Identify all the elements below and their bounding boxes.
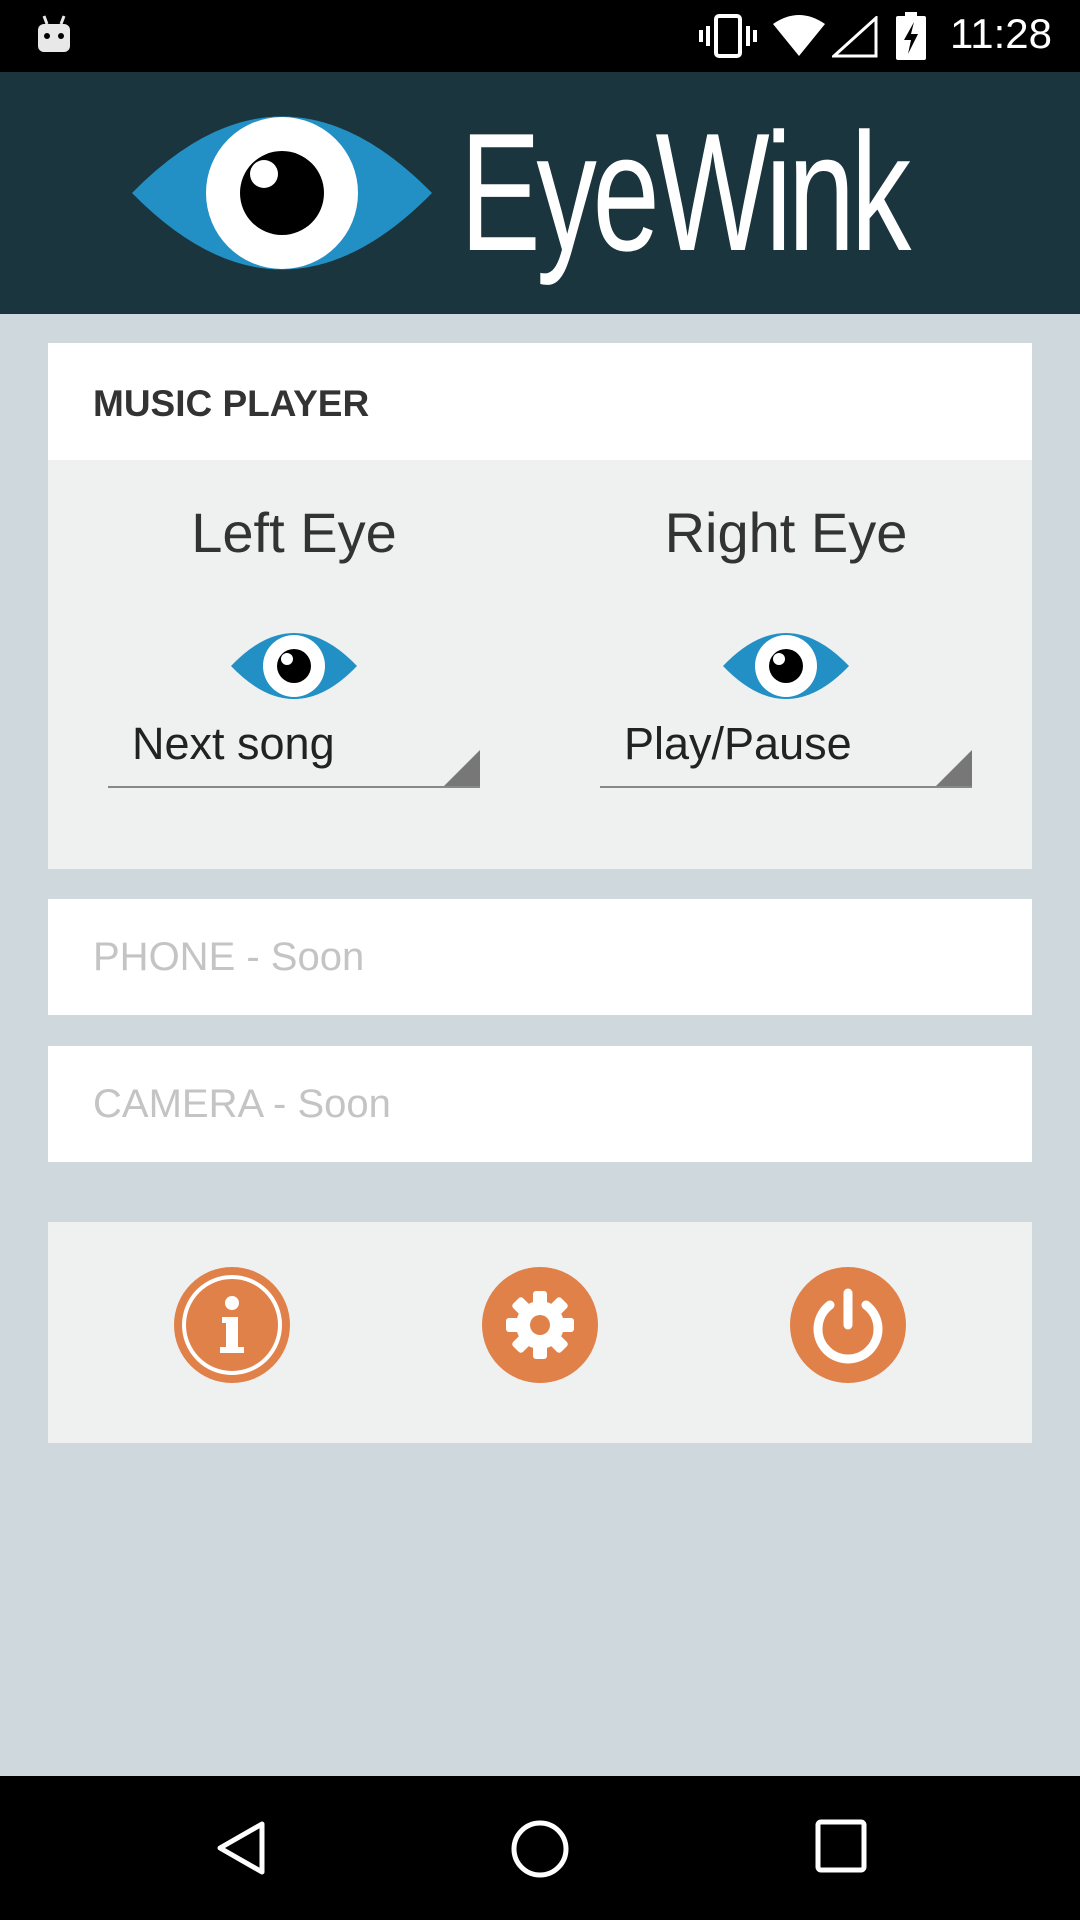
info-icon: [182, 1275, 282, 1375]
app-title: EyeWink: [460, 98, 911, 286]
right-eye-action-value: Play/Pause: [624, 718, 852, 769]
dropdown-arrow-icon: [444, 750, 480, 786]
status-time: 11:28: [950, 10, 1052, 57]
left-eye-icon: [230, 626, 358, 711]
phone-card-label: PHONE - Soon: [93, 935, 365, 979]
music-player-card-header[interactable]: MUSIC PLAYER: [48, 343, 1032, 460]
left-eye-action-select[interactable]: Next song: [108, 718, 480, 788]
battery-charging-icon: [896, 12, 926, 65]
right-eye-label: Right Eye: [664, 501, 908, 564]
music-player-card: MUSIC PLAYER Left Eye Next song Right Ey…: [48, 343, 1032, 869]
wifi-icon: [772, 14, 826, 63]
left-eye-label: Left Eye: [191, 501, 397, 564]
settings-gear-icon: [506, 1291, 574, 1359]
phone-card[interactable]: PHONE - Soon: [48, 899, 1032, 1015]
music-player-title: MUSIC PLAYER: [93, 383, 370, 424]
info-button[interactable]: [174, 1267, 290, 1383]
settings-button[interactable]: [482, 1267, 598, 1383]
actions-card: [48, 1222, 1032, 1443]
status-bar: 11:28: [0, 0, 1080, 72]
navigation-bar: [0, 1776, 1080, 1920]
dropdown-arrow-icon: [936, 750, 972, 786]
power-button[interactable]: [790, 1267, 906, 1383]
camera-card[interactable]: CAMERA - Soon: [48, 1046, 1032, 1162]
home-icon[interactable]: [509, 1818, 571, 1885]
power-icon: [813, 1288, 883, 1364]
left-eye-action-value: Next song: [132, 718, 335, 769]
recents-icon[interactable]: [814, 1818, 868, 1879]
right-eye-column: Right Eye Play/Pause: [540, 460, 1032, 869]
camera-card-label: CAMERA - Soon: [93, 1082, 391, 1126]
right-eye-icon: [722, 626, 850, 711]
left-eye-column: Left Eye Next song: [48, 460, 540, 869]
android-debug-icon: [36, 14, 72, 59]
app-header: EyeWink: [0, 72, 1080, 314]
vibrate-icon: [698, 14, 758, 63]
right-eye-action-select[interactable]: Play/Pause: [600, 718, 972, 788]
signal-icon: [830, 14, 878, 63]
eye-logo-icon: [130, 100, 434, 291]
back-icon[interactable]: [212, 1818, 272, 1883]
